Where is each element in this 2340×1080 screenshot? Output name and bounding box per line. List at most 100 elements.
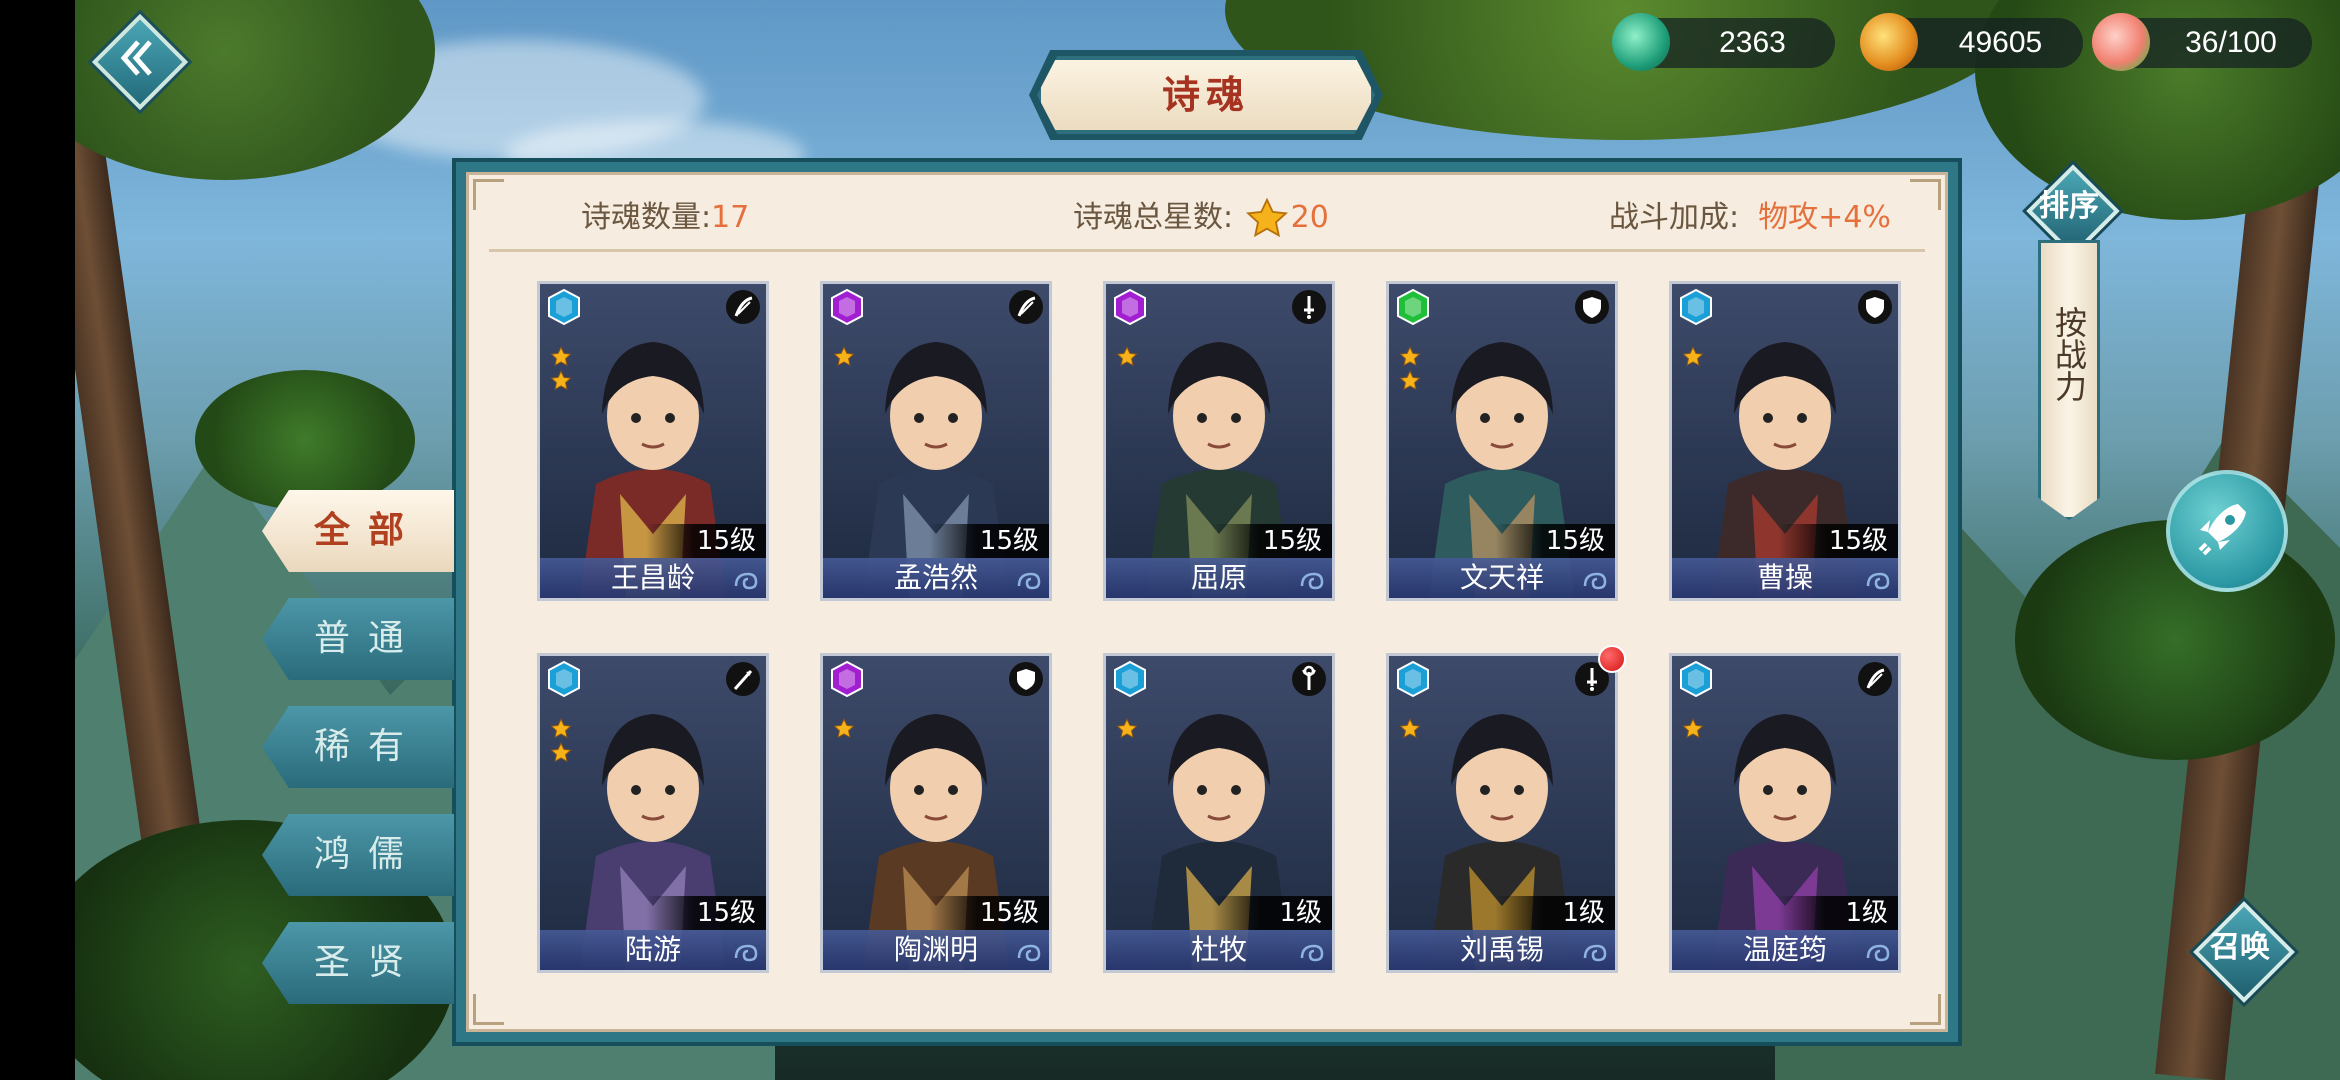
soul-card[interactable]: 15级 曹操 — [1669, 281, 1901, 601]
bow-icon — [1858, 662, 1892, 696]
rarity-gem-icon — [831, 288, 863, 326]
star-rating — [1399, 718, 1421, 742]
rarity-gem-icon — [1397, 288, 1429, 326]
soul-card[interactable]: 15级 王昌龄 — [537, 281, 769, 601]
soul-card[interactable]: 1级 温庭筠 — [1669, 653, 1901, 973]
star-icon — [1399, 346, 1421, 367]
star-icon — [1245, 197, 1288, 237]
soul-panel: 诗魂数量:17 诗魂总星数: 20 战斗加成: 物攻+4% 15级 王昌龄 15级孟… — [452, 158, 1962, 1046]
rarity-gem-icon — [548, 660, 580, 698]
cloud-swirl-icon — [1583, 944, 1607, 962]
stamina-resource: 36/100 — [2092, 13, 2312, 71]
tab-0[interactable]: 全部 — [262, 490, 454, 572]
page-title: 诗魂 — [1029, 50, 1383, 140]
tab-label: 全部 — [313, 510, 422, 551]
sword-icon — [1292, 290, 1326, 324]
soul-card[interactable]: 15级 陶渊明 — [820, 653, 1052, 973]
cloud-swirl-icon — [1017, 572, 1041, 590]
star-icon — [550, 370, 572, 391]
rocket-icon — [2198, 504, 2246, 556]
level-label: 1级 — [1212, 896, 1332, 930]
soul-card[interactable]: 15级 孟浩然 — [820, 281, 1052, 601]
back-chevron-icon — [120, 40, 152, 76]
shield-icon — [1575, 290, 1609, 324]
star-rating — [1399, 346, 1421, 394]
cloud-swirl-icon — [734, 944, 758, 962]
tab-3[interactable]: 鸿儒 — [262, 814, 454, 896]
tab-label: 稀有 — [313, 726, 422, 767]
star-rating — [1682, 346, 1704, 370]
cloud-swirl-icon — [734, 572, 758, 590]
notification-dot — [1598, 645, 1626, 673]
level-label: 15级 — [646, 896, 766, 930]
soul-card[interactable]: 1级 杜牧 — [1103, 653, 1335, 973]
level-label: 15级 — [1212, 524, 1332, 558]
shield-icon — [1009, 662, 1043, 696]
star-icon — [550, 346, 572, 367]
staff-icon — [1292, 662, 1326, 696]
battle-bonus: 战斗加成: 物攻+4% — [1609, 200, 1891, 235]
star-rating — [550, 346, 572, 394]
spear-icon — [726, 662, 760, 696]
jade-orb-icon — [1612, 13, 1670, 71]
rarity-gem-icon — [548, 288, 580, 326]
soul-card[interactable]: 15级 文天祥 — [1386, 281, 1618, 601]
rarity-gem-icon — [1114, 660, 1146, 698]
level-label: 1级 — [1778, 896, 1898, 930]
star-icon — [1116, 718, 1138, 739]
level-label: 15级 — [1778, 524, 1898, 558]
gold-coin-icon — [1860, 13, 1918, 71]
star-icon — [550, 742, 572, 763]
bow-icon — [1009, 290, 1043, 324]
cloud-swirl-icon — [1866, 572, 1890, 590]
summon-button[interactable]: 召唤 — [2188, 896, 2295, 1003]
tab-1[interactable]: 普通 — [262, 598, 454, 680]
soul-card[interactable]: 15级 屈原 — [1103, 281, 1335, 601]
rarity-gem-icon — [1114, 288, 1146, 326]
back-button[interactable] — [91, 13, 189, 111]
level-label: 1级 — [1495, 896, 1615, 930]
soul-card[interactable]: 1级 刘禹锡 — [1386, 645, 1626, 973]
star-icon — [1399, 718, 1421, 739]
tab-2[interactable]: 稀有 — [262, 706, 454, 788]
rocket-button[interactable] — [2166, 470, 2288, 592]
tab-label: 圣贤 — [313, 942, 422, 983]
soul-count: 诗魂数量:17 — [581, 200, 750, 235]
star-icon — [1399, 370, 1421, 391]
rarity-gem-icon — [1680, 660, 1712, 698]
level-label: 15级 — [646, 524, 766, 558]
star-rating — [833, 718, 855, 742]
rarity-gem-icon — [1680, 288, 1712, 326]
star-rating — [550, 718, 572, 766]
star-rating — [1116, 346, 1138, 370]
star-icon — [1682, 718, 1704, 739]
level-label: 15级 — [1495, 524, 1615, 558]
soul-card[interactable]: 15级 陆游 — [537, 653, 769, 973]
gold-resource: 49605 — [1860, 13, 2083, 71]
cloud-swirl-icon — [1866, 944, 1890, 962]
sort-option-label: 按战力 — [2050, 306, 2088, 402]
sort-button[interactable]: 排序 — [2024, 162, 2120, 258]
level-label: 15级 — [929, 896, 1049, 930]
rarity-gem-icon — [1397, 660, 1429, 698]
tab-4[interactable]: 圣贤 — [262, 922, 454, 1004]
bow-icon — [726, 290, 760, 324]
star-icon — [1116, 346, 1138, 367]
tab-label: 普通 — [313, 618, 422, 659]
rarity-gem-icon — [831, 660, 863, 698]
level-label: 15级 — [929, 524, 1049, 558]
star-rating — [833, 346, 855, 370]
sort-by-power-option[interactable]: 按战力 — [2038, 240, 2100, 520]
star-icon — [833, 346, 855, 367]
star-icon — [1682, 346, 1704, 367]
star-icon — [550, 718, 572, 739]
cloud-swirl-icon — [1583, 572, 1607, 590]
shield-icon — [1858, 290, 1892, 324]
jade-resource: 2363 — [1612, 13, 1835, 71]
star-rating — [1682, 718, 1704, 742]
tab-label: 鸿儒 — [313, 834, 422, 875]
cloud-swirl-icon — [1300, 572, 1324, 590]
stats-bar: 诗魂数量:17 诗魂总星数: 20 战斗加成: 物攻+4% — [489, 187, 1925, 252]
cloud-swirl-icon — [1017, 944, 1041, 962]
star-icon — [833, 718, 855, 739]
